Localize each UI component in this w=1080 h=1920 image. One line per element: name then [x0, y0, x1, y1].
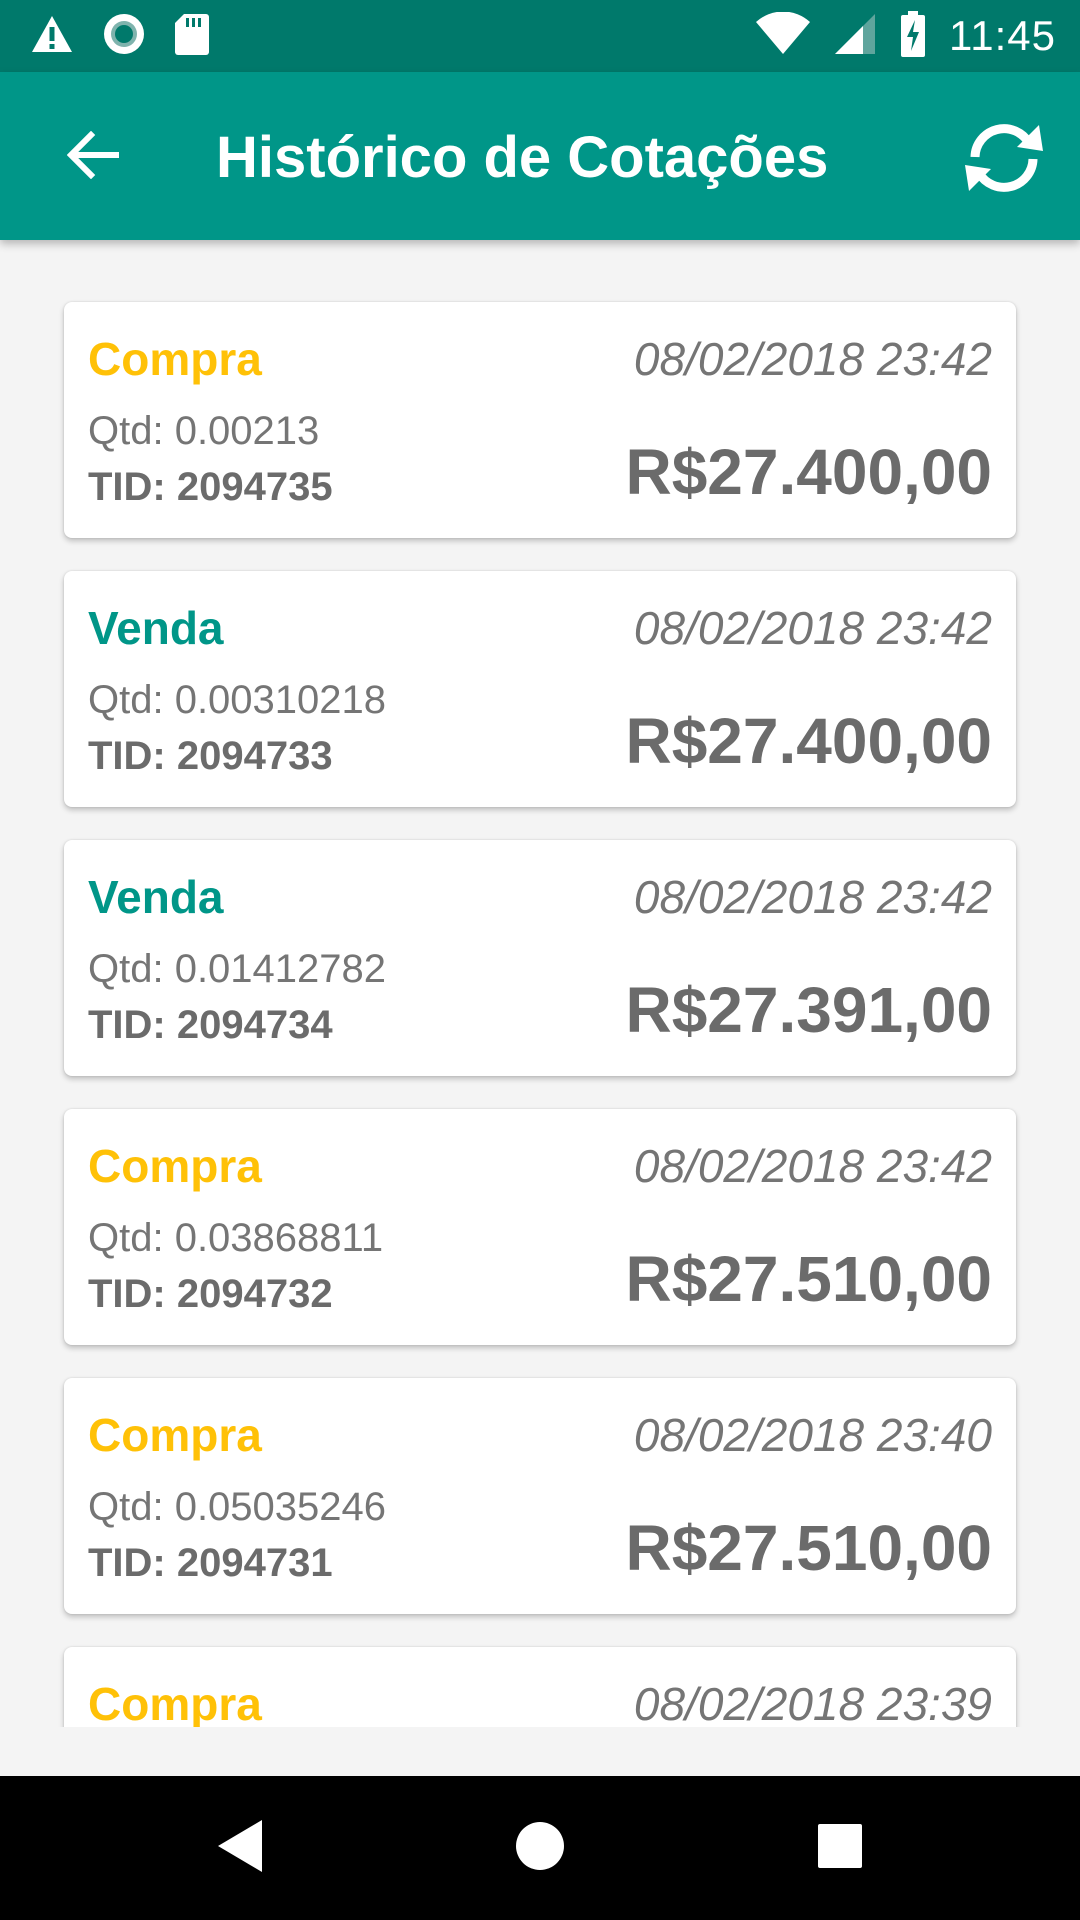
trade-card[interactable]: Compra 08/02/2018 23:39	[64, 1647, 1016, 1727]
back-triangle-icon	[214, 1818, 266, 1879]
trade-type: Venda	[88, 602, 224, 654]
status-left-icons	[30, 12, 210, 60]
back-button[interactable]	[48, 112, 138, 202]
app-bar: Histórico de Cotações	[0, 72, 1080, 240]
trade-id: TID: 2094735	[88, 465, 333, 509]
trade-type: Compra	[88, 1409, 262, 1461]
trade-quantity: Qtd: 0.03868811	[88, 1216, 384, 1260]
trade-quantity: Qtd: 0.00213	[88, 409, 320, 453]
trade-id: TID: 2094732	[88, 1272, 333, 1316]
trade-price: R$27.391,00	[625, 974, 992, 1046]
trade-date: 08/02/2018 23:42	[633, 333, 992, 385]
trade-quantity: Qtd: 0.00310218	[88, 678, 387, 722]
trade-card[interactable]: Compra 08/02/2018 23:42 Qtd: 0.00213 TID…	[64, 302, 1016, 538]
nav-back-button[interactable]	[200, 1808, 280, 1888]
trade-history-list[interactable]: Compra 08/02/2018 23:42 Qtd: 0.00213 TID…	[0, 240, 1080, 1727]
trade-card[interactable]: Venda 08/02/2018 23:42 Qtd: 0.01412782 T…	[64, 840, 1016, 1076]
trade-card[interactable]: Venda 08/02/2018 23:42 Qtd: 0.00310218 T…	[64, 571, 1016, 807]
warning-icon	[30, 14, 74, 59]
cell-signal-icon	[833, 12, 877, 61]
trade-date: 08/02/2018 23:42	[633, 602, 992, 654]
wifi-icon	[755, 11, 811, 61]
trade-price: R$27.510,00	[625, 1243, 992, 1315]
status-right-icons: 11:45	[755, 10, 1056, 63]
trade-quantity: Qtd: 0.05035246	[88, 1485, 387, 1529]
trade-date: 08/02/2018 23:42	[633, 871, 992, 923]
trade-card[interactable]: Compra 08/02/2018 23:42 Qtd: 0.03868811 …	[64, 1109, 1016, 1345]
system-nav-bar	[0, 1776, 1080, 1920]
status-time: 11:45	[949, 12, 1056, 59]
trade-card[interactable]: Compra 08/02/2018 23:40 Qtd: 0.05035246 …	[64, 1378, 1016, 1614]
trade-date: 08/02/2018 23:40	[633, 1409, 992, 1461]
status-bar: 11:45	[0, 0, 1080, 72]
trade-id: TID: 2094734	[88, 1003, 333, 1047]
recents-square-icon	[817, 1823, 863, 1874]
trade-price: R$27.400,00	[625, 705, 992, 777]
circle-app-icon	[102, 12, 146, 61]
nav-recents-button[interactable]	[800, 1808, 880, 1888]
trade-quantity: Qtd: 0.01412782	[88, 947, 387, 991]
trade-type: Compra	[88, 1140, 262, 1192]
home-circle-icon	[515, 1821, 565, 1876]
trade-price: R$27.510,00	[625, 1512, 992, 1584]
trade-type: Compra	[88, 333, 262, 385]
sd-card-icon	[174, 12, 210, 61]
trade-id: TID: 2094733	[88, 734, 333, 778]
trade-price: R$27.400,00	[625, 436, 992, 508]
trade-date: 08/02/2018 23:39	[633, 1678, 992, 1727]
arrow-left-icon	[66, 130, 120, 184]
trade-type: Compra	[88, 1678, 262, 1727]
trade-type: Venda	[88, 871, 224, 923]
nav-home-button[interactable]	[500, 1808, 580, 1888]
refresh-button[interactable]	[954, 110, 1054, 210]
page-title: Histórico de Cotações	[216, 125, 829, 190]
battery-charging-icon	[899, 10, 927, 63]
trade-date: 08/02/2018 23:42	[633, 1140, 992, 1192]
trade-id: TID: 2094731	[88, 1541, 333, 1585]
refresh-icon	[959, 123, 1049, 198]
